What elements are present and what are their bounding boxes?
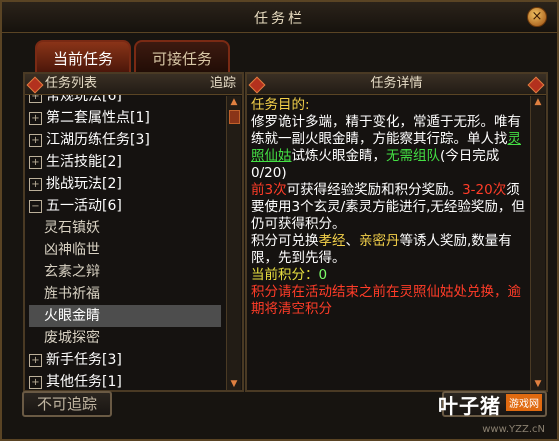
list-item[interactable]: + 新手任务[3]	[29, 349, 221, 371]
reward-rule: 前3次可获得经验奖励和积分奖励。3-20次须要使用3个玄灵/素灵方能进行,无经验…	[251, 182, 525, 232]
task-window: 任务栏 × 当前任务 可接任务 任务列表 追踪 + 常规玩法[6] + 第二套属性点…	[0, 0, 559, 441]
task-list: + 常规玩法[6] + 第二套属性点[1] + 江湖历练任务[3] + 生活技能[2] …	[29, 95, 221, 390]
expand-icon[interactable]: +	[29, 133, 42, 147]
task-detail-panel: 任务详情 任务目的: 修罗诡计多端，精于变化，常遁于无形。唯有练就一副火眼金睛，…	[245, 72, 548, 392]
tab-current-tasks[interactable]: 当前任务	[35, 40, 131, 72]
warning-text: 积分请在活动结束之前在灵照仙姑处兑换，逾期将清空积分	[251, 284, 521, 317]
task-detail-header: 任务详情	[247, 74, 546, 95]
task-list-panel: 任务列表 追踪 + 常规玩法[6] + 第二套属性点[1] + 江湖历练任务[3] +…	[23, 72, 244, 392]
untrack-button[interactable]: 不可追踪	[22, 391, 112, 417]
list-item[interactable]: + 常规玩法[6]	[29, 95, 221, 107]
close-icon[interactable]: ×	[527, 7, 547, 27]
task-detail-title: 任务详情	[370, 76, 423, 91]
watermark-logo: 叶子猪 游戏网	[438, 390, 548, 418]
list-item-selected[interactable]: 火眼金睛	[29, 305, 221, 327]
scroll-up-icon[interactable]: ▲	[531, 96, 545, 108]
list-item[interactable]: 废城探密	[29, 327, 221, 349]
list-item[interactable]: − 五一活动[6]	[29, 195, 221, 217]
list-item[interactable]: + 江湖历练任务[3]	[29, 129, 221, 151]
list-item[interactable]: + 生活技能[2]	[29, 151, 221, 173]
watermark-tag: 游戏网	[506, 394, 542, 411]
expand-icon[interactable]: +	[29, 95, 42, 103]
scroll-up-icon[interactable]: ▲	[227, 96, 241, 108]
task-list-header: 任务列表 追踪	[25, 74, 242, 95]
objective-label: 任务目的:	[251, 97, 310, 113]
task-detail-scrollbar[interactable]: ▲ ▼	[530, 96, 545, 390]
expand-icon[interactable]: +	[29, 375, 42, 389]
watermark-url: www.YZZ.cN	[482, 424, 545, 435]
list-item[interactable]: 灵石镇妖	[29, 217, 221, 239]
list-item[interactable]: + 其他任务[1]	[29, 371, 221, 390]
list-item[interactable]: 旌书祈福	[29, 283, 221, 305]
current-score: 当前积分：0	[251, 267, 328, 283]
watermark-brand: 叶子猪	[438, 394, 501, 418]
tab-available-tasks[interactable]: 可接任务	[134, 40, 230, 72]
list-item[interactable]: + 挑战玩法[2]	[29, 173, 221, 195]
scroll-down-icon[interactable]: ▼	[531, 378, 545, 390]
scroll-thumb[interactable]	[229, 110, 240, 124]
gem-icon	[26, 76, 44, 94]
scroll-down-icon[interactable]: ▼	[227, 378, 241, 390]
list-item[interactable]: 凶神临世	[29, 239, 221, 261]
list-item[interactable]: + 第二套属性点[1]	[29, 107, 221, 129]
task-list-scrollbar[interactable]: ▲ ▼	[226, 96, 241, 390]
track-label[interactable]: 追踪	[210, 74, 236, 94]
task-detail-text: 任务目的: 修罗诡计多端，精于变化，常遁于无形。唯有练就一副火眼金睛，方能察其行…	[251, 97, 527, 318]
list-item[interactable]: 玄素之辩	[29, 261, 221, 283]
window-title: 任务栏	[254, 11, 305, 27]
task-list-title: 任务列表	[45, 76, 98, 91]
expand-icon[interactable]: +	[29, 353, 42, 367]
expand-icon[interactable]: +	[29, 177, 42, 191]
collapse-icon[interactable]: −	[29, 199, 42, 213]
exchange-info: 积分可兑换孝经、亲密丹等诱人奖励,数量有限，先到先得。	[251, 233, 512, 266]
task-description: 修罗诡计多端，精于变化，常遁于无形。唯有练就一副火眼金睛，方能察其行踪。单人找灵…	[251, 114, 521, 181]
expand-icon[interactable]: +	[29, 155, 42, 169]
title-bar: 任务栏 ×	[2, 2, 557, 33]
expand-icon[interactable]: +	[29, 111, 42, 125]
